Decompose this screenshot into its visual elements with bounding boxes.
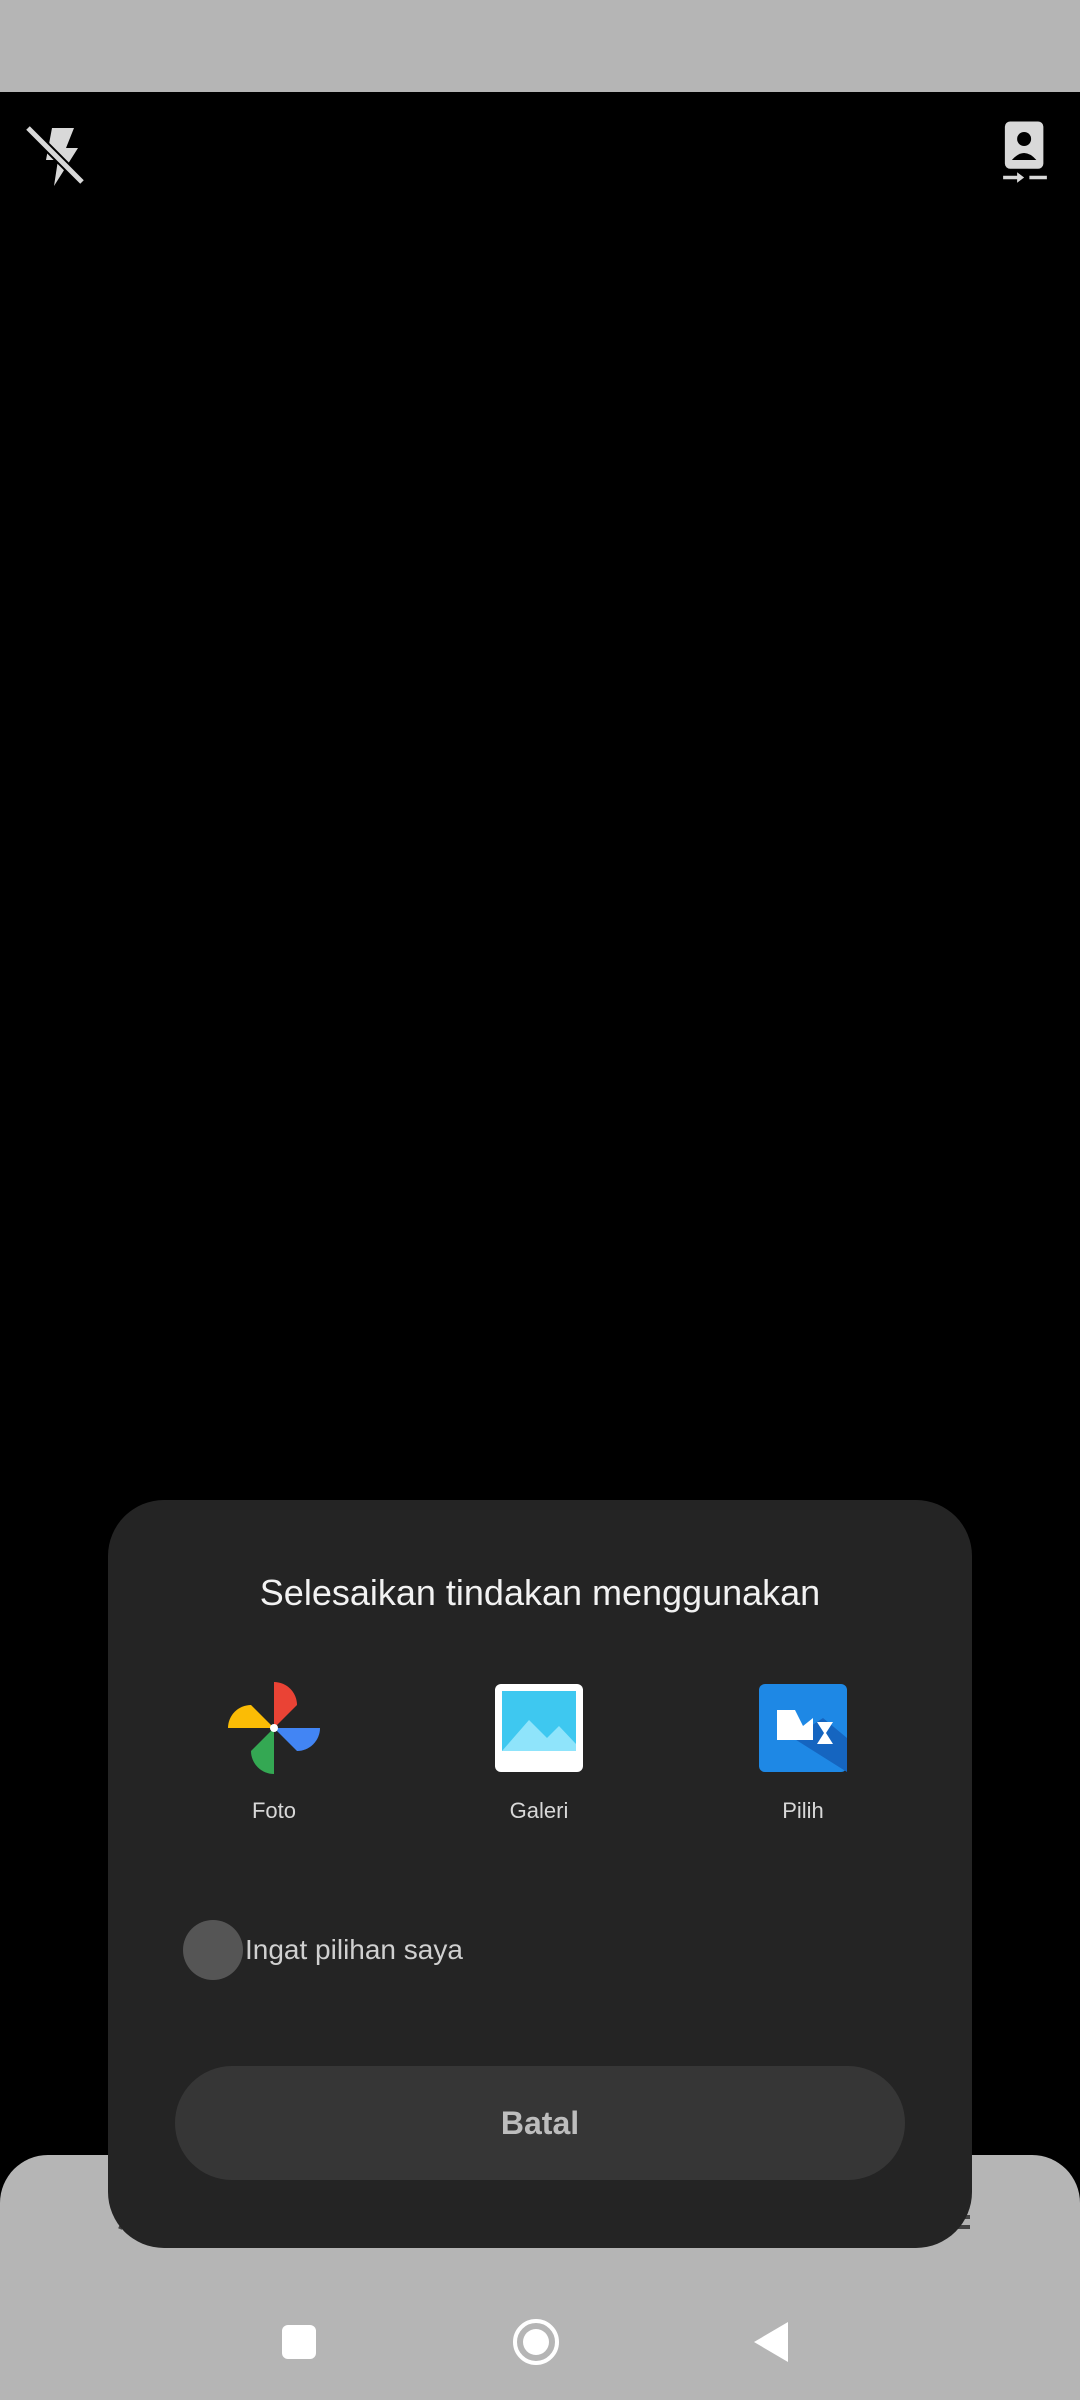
status-bar xyxy=(0,0,1080,92)
app-label: Pilih xyxy=(782,1798,824,1823)
home-button[interactable] xyxy=(512,2318,560,2366)
dialog-title: Selesaikan tindakan menggunakan xyxy=(259,1572,821,1613)
checkbox-circle[interactable] xyxy=(183,1920,243,1980)
cancel-button[interactable]: Batal xyxy=(175,2066,905,2180)
switch-camera-icon[interactable] xyxy=(990,118,1060,188)
back-button[interactable] xyxy=(752,2320,792,2364)
google-photos-icon xyxy=(228,1682,320,1774)
remember-choice-toggle[interactable]: Ingat pilihan saya xyxy=(183,1920,583,1980)
app-option-pilih[interactable]: Pilih xyxy=(703,1678,903,1838)
chooser-dialog: Selesaikan tindakan menggunakan Foto Gal… xyxy=(108,1500,972,2248)
app-option-foto[interactable]: Foto xyxy=(174,1678,374,1838)
app-option-galeri[interactable]: Galeri xyxy=(439,1678,639,1838)
app-label: Galeri xyxy=(509,1798,569,1823)
recents-button[interactable] xyxy=(282,2325,316,2359)
flash-off-icon[interactable] xyxy=(22,122,92,192)
selector-icon xyxy=(759,1684,847,1772)
remember-label: Ingat pilihan saya xyxy=(245,1934,463,1965)
gallery-icon xyxy=(495,1684,583,1772)
app-label: Foto xyxy=(251,1798,297,1823)
